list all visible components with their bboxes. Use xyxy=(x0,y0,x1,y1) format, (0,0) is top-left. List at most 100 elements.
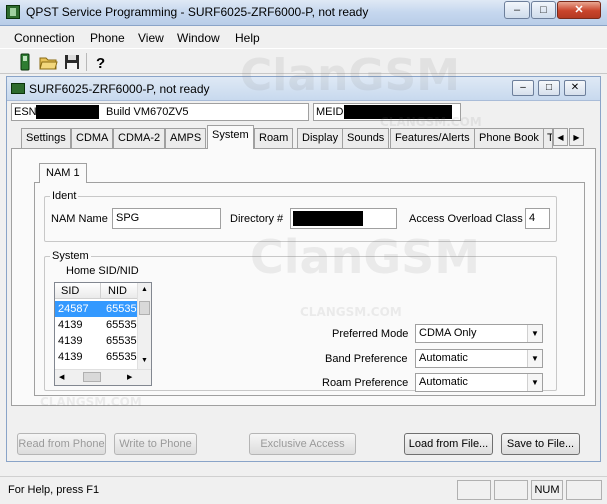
sid-cell: 4139 xyxy=(58,351,83,363)
nid-cell: 65535 xyxy=(106,319,137,331)
meid-label: MEID xyxy=(316,106,344,118)
tab-sounds[interactable]: Sounds xyxy=(342,128,390,148)
nid-cell: 65535 xyxy=(106,365,137,368)
sid-column-header[interactable]: SID xyxy=(61,285,79,297)
maximize-button[interactable]: □ xyxy=(531,1,556,19)
child-close-button[interactable]: ✕ xyxy=(564,80,586,96)
num-lock-indicator: NUM xyxy=(531,480,563,500)
svg-text:?: ? xyxy=(96,55,105,72)
tab-features-alerts[interactable]: Features/Alerts xyxy=(390,128,475,148)
tab-scroll-left-button[interactable]: ◀ xyxy=(553,128,568,146)
table-row[interactable]: 4139 65535 xyxy=(55,349,137,365)
help-icon[interactable]: ? xyxy=(91,52,111,72)
esn-label: ESN xyxy=(14,106,37,118)
roam-preference-label: Roam Preference xyxy=(322,377,409,389)
chevron-down-icon[interactable]: ▼ xyxy=(527,374,542,391)
menu-bar: Connection Phone View Window Help xyxy=(0,27,607,48)
window-title: QPST Service Programming - SURF6025-ZRF6… xyxy=(26,5,369,19)
home-sid-nid-list[interactable]: SID NID 24587 65535 4139 65535 4139 6553… xyxy=(54,282,152,386)
tab-settings[interactable]: Settings xyxy=(21,128,71,148)
child-maximize-button[interactable]: □ xyxy=(538,80,560,96)
save-icon[interactable] xyxy=(62,52,82,72)
meid-redacted xyxy=(344,105,452,119)
tab-nam-1[interactable]: NAM 1 xyxy=(39,163,87,183)
scroll-left-icon[interactable]: ◀ xyxy=(59,373,64,381)
nam-name-input[interactable]: SPG xyxy=(112,208,221,229)
list-vertical-scrollbar[interactable]: ▲ ▼ xyxy=(137,283,151,369)
sid-cell: 24587 xyxy=(58,303,89,315)
band-preference-select[interactable]: Automatic ▼ xyxy=(415,349,543,368)
ident-group-label: Ident xyxy=(50,190,79,202)
scroll-right-icon[interactable]: ▶ xyxy=(127,373,132,381)
toolbar-separator xyxy=(86,53,87,71)
nid-cell: 65535 xyxy=(106,303,137,315)
esn-redacted xyxy=(36,105,99,119)
band-preference-value: Automatic xyxy=(419,352,468,364)
home-sid-nid-label: Home SID/NID xyxy=(66,265,139,277)
menu-connection[interactable]: Connection xyxy=(14,31,75,45)
table-row[interactable]: 4139 65535 xyxy=(55,333,137,349)
status-pane-empty xyxy=(494,480,528,500)
table-row[interactable]: 24587 65535 xyxy=(55,301,137,317)
phone-icon[interactable] xyxy=(15,52,35,72)
status-pane-empty xyxy=(566,480,602,500)
menu-help[interactable]: Help xyxy=(235,31,260,45)
menu-phone[interactable]: Phone xyxy=(90,31,125,45)
esn-build-field: ESN Build VM670ZV5 xyxy=(11,103,309,121)
hscroll-thumb[interactable] xyxy=(83,372,101,382)
list-horizontal-scrollbar[interactable]: ◀ ▶ xyxy=(55,369,151,385)
nid-cell: 65535 xyxy=(106,335,137,347)
child-title-bar: SURF6025-ZRF6000-P, not ready – □ ✕ xyxy=(7,77,600,101)
title-bar: QPST Service Programming - SURF6025-ZRF6… xyxy=(0,0,607,26)
menu-window[interactable]: Window xyxy=(177,31,220,45)
nid-cell: 65535 xyxy=(106,351,137,363)
scroll-up-icon[interactable]: ▲ xyxy=(141,286,148,293)
tab-display[interactable]: Display xyxy=(297,128,344,148)
tab-cdma-2[interactable]: CDMA-2 xyxy=(113,128,166,148)
read-from-phone-button[interactable]: Read from Phone xyxy=(17,433,106,455)
tab-roam[interactable]: Roam xyxy=(254,128,294,148)
sid-cell: 4139 xyxy=(58,335,83,347)
preferred-mode-value: CDMA Only xyxy=(419,327,477,339)
phone-icon xyxy=(11,83,25,94)
scroll-thumb[interactable] xyxy=(139,301,150,315)
child-window-title: SURF6025-ZRF6000-P, not ready xyxy=(29,82,210,96)
directory-redacted xyxy=(293,211,363,226)
exclusive-access-button[interactable]: Exclusive Access xyxy=(249,433,356,455)
save-to-file-button[interactable]: Save to File... xyxy=(501,433,580,455)
column-divider xyxy=(100,283,101,299)
sid-cell: 4139 xyxy=(58,319,83,331)
preferred-mode-select[interactable]: CDMA Only ▼ xyxy=(415,324,543,343)
menu-view[interactable]: View xyxy=(138,31,164,45)
tab-cdma[interactable]: CDMA xyxy=(71,128,114,148)
meid-field: MEID xyxy=(313,103,461,121)
tab-scroll-right-button[interactable]: ▶ xyxy=(569,128,584,146)
minimize-button[interactable]: – xyxy=(504,1,530,19)
tab-overflow[interactable]: T xyxy=(543,128,553,148)
tab-amps[interactable]: AMPS xyxy=(165,128,207,148)
write-to-phone-button[interactable]: Write to Phone xyxy=(114,433,197,455)
table-row[interactable]: 4139 65535 xyxy=(55,317,137,333)
directory-input[interactable] xyxy=(290,208,397,229)
app-icon xyxy=(6,5,20,19)
close-button[interactable]: ✕ xyxy=(557,1,601,19)
chevron-down-icon[interactable]: ▼ xyxy=(527,350,542,367)
preferred-mode-label: Preferred Mode xyxy=(332,328,409,340)
band-preference-label: Band Preference xyxy=(325,353,408,365)
nid-column-header[interactable]: NID xyxy=(108,285,127,297)
open-folder-icon[interactable] xyxy=(38,52,58,72)
load-from-file-button[interactable]: Load from File... xyxy=(404,433,493,455)
toolbar: ? xyxy=(0,48,607,74)
tab-phone-book[interactable]: Phone Book xyxy=(474,128,544,148)
roam-preference-select[interactable]: Automatic ▼ xyxy=(415,373,543,392)
chevron-down-icon[interactable]: ▼ xyxy=(527,325,542,342)
access-overload-class-label: Access Overload Class xyxy=(409,213,523,225)
access-overload-class-input[interactable]: 4 xyxy=(525,208,550,229)
tab-system[interactable]: System xyxy=(207,125,254,149)
child-minimize-button[interactable]: – xyxy=(512,80,534,96)
roam-preference-value: Automatic xyxy=(419,376,468,388)
status-bar: For Help, press F1 NUM xyxy=(0,476,607,504)
directory-label: Directory # xyxy=(230,213,284,225)
status-help-text: For Help, press F1 xyxy=(8,484,100,496)
scroll-down-icon[interactable]: ▼ xyxy=(141,357,148,364)
